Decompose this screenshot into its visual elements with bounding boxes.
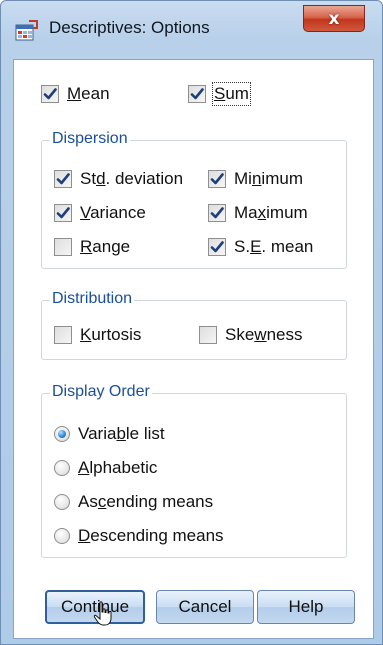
- radio-label: Ascending means: [78, 492, 214, 511]
- checkbox-box[interactable]: [54, 170, 72, 188]
- ascending-means-radio[interactable]: Ascending means: [54, 489, 213, 515]
- checkbox-label: Mean: [67, 84, 110, 103]
- display-order-legend: Display Order: [50, 383, 152, 401]
- title-bar[interactable]: Descriptives: Options x: [1, 1, 382, 51]
- maximum-checkbox[interactable]: Maximum: [208, 200, 308, 226]
- variable-list-radio[interactable]: Variable list: [54, 421, 165, 447]
- display-order-group: Display Order Variable list Alphabetic A…: [41, 383, 347, 558]
- distribution-group: Distribution Kurtosis Skewness: [41, 290, 347, 360]
- app-icon: [15, 20, 38, 41]
- alphabetic-radio[interactable]: Alphabetic: [54, 455, 157, 481]
- range-checkbox[interactable]: Range: [54, 234, 130, 260]
- checkbox-box[interactable]: [188, 85, 206, 103]
- checkbox-box[interactable]: [199, 326, 217, 344]
- dispersion-legend: Dispersion: [50, 130, 130, 148]
- options-dialog: Descriptives: Options x Mean Sum Dispers…: [0, 0, 383, 645]
- window-title: Descriptives: Options: [49, 18, 210, 37]
- radio-label: Variable list: [78, 424, 165, 443]
- radio-button[interactable]: [54, 494, 70, 510]
- radio-selected-dot: [58, 430, 66, 438]
- mean-checkbox[interactable]: Mean: [41, 81, 110, 107]
- check-icon: [210, 172, 224, 186]
- check-icon: [210, 206, 224, 220]
- radio-button[interactable]: [54, 460, 70, 476]
- close-icon: x: [328, 8, 340, 29]
- variance-checkbox[interactable]: Variance: [54, 200, 146, 226]
- radio-button[interactable]: [54, 528, 70, 544]
- checkbox-label: Skewness: [225, 325, 303, 344]
- checkbox-label: Maximum: [234, 203, 308, 222]
- checkbox-label: Minimum: [234, 169, 303, 188]
- minimum-checkbox[interactable]: Minimum: [208, 166, 303, 192]
- dispersion-group: Dispersion Std. deviation Minimum Varian…: [41, 130, 347, 269]
- close-button[interactable]: x: [303, 5, 365, 32]
- checkbox-label: Sum: [212, 82, 251, 106]
- radio-button[interactable]: [54, 426, 70, 442]
- radio-label: Alphabetic: [78, 458, 158, 477]
- checkbox-box[interactable]: [208, 204, 226, 222]
- hand-pointer-icon: [93, 601, 112, 626]
- checkbox-box[interactable]: [54, 326, 72, 344]
- checkbox-box[interactable]: [41, 85, 59, 103]
- skewness-checkbox[interactable]: Skewness: [199, 322, 303, 348]
- checkbox-label: Range: [80, 237, 131, 256]
- radio-label: Descending means: [78, 526, 224, 545]
- distribution-legend: Distribution: [50, 290, 135, 308]
- descending-means-radio[interactable]: Descending means: [54, 523, 224, 549]
- check-icon: [56, 172, 70, 186]
- std-deviation-checkbox[interactable]: Std. deviation: [54, 166, 183, 192]
- checkbox-box[interactable]: [208, 170, 226, 188]
- sum-checkbox[interactable]: Sum: [188, 81, 251, 107]
- checkbox-label: Kurtosis: [80, 325, 142, 344]
- help-button[interactable]: Help: [257, 590, 355, 624]
- dialog-content: Mean Sum Dispersion Std. deviation Minim…: [13, 59, 374, 639]
- checkbox-label: S.E. mean: [234, 237, 314, 256]
- check-icon: [56, 206, 70, 220]
- cancel-button[interactable]: Cancel: [156, 590, 254, 624]
- checkbox-box[interactable]: [54, 204, 72, 222]
- kurtosis-checkbox[interactable]: Kurtosis: [54, 322, 141, 348]
- check-icon: [190, 87, 204, 101]
- checkbox-box[interactable]: [208, 238, 226, 256]
- check-icon: [43, 87, 57, 101]
- se-mean-checkbox[interactable]: S.E. mean: [208, 234, 313, 260]
- checkbox-box[interactable]: [54, 238, 72, 256]
- checkbox-label: Variance: [80, 203, 146, 222]
- check-icon: [210, 240, 224, 254]
- checkbox-label: Std. deviation: [80, 169, 184, 188]
